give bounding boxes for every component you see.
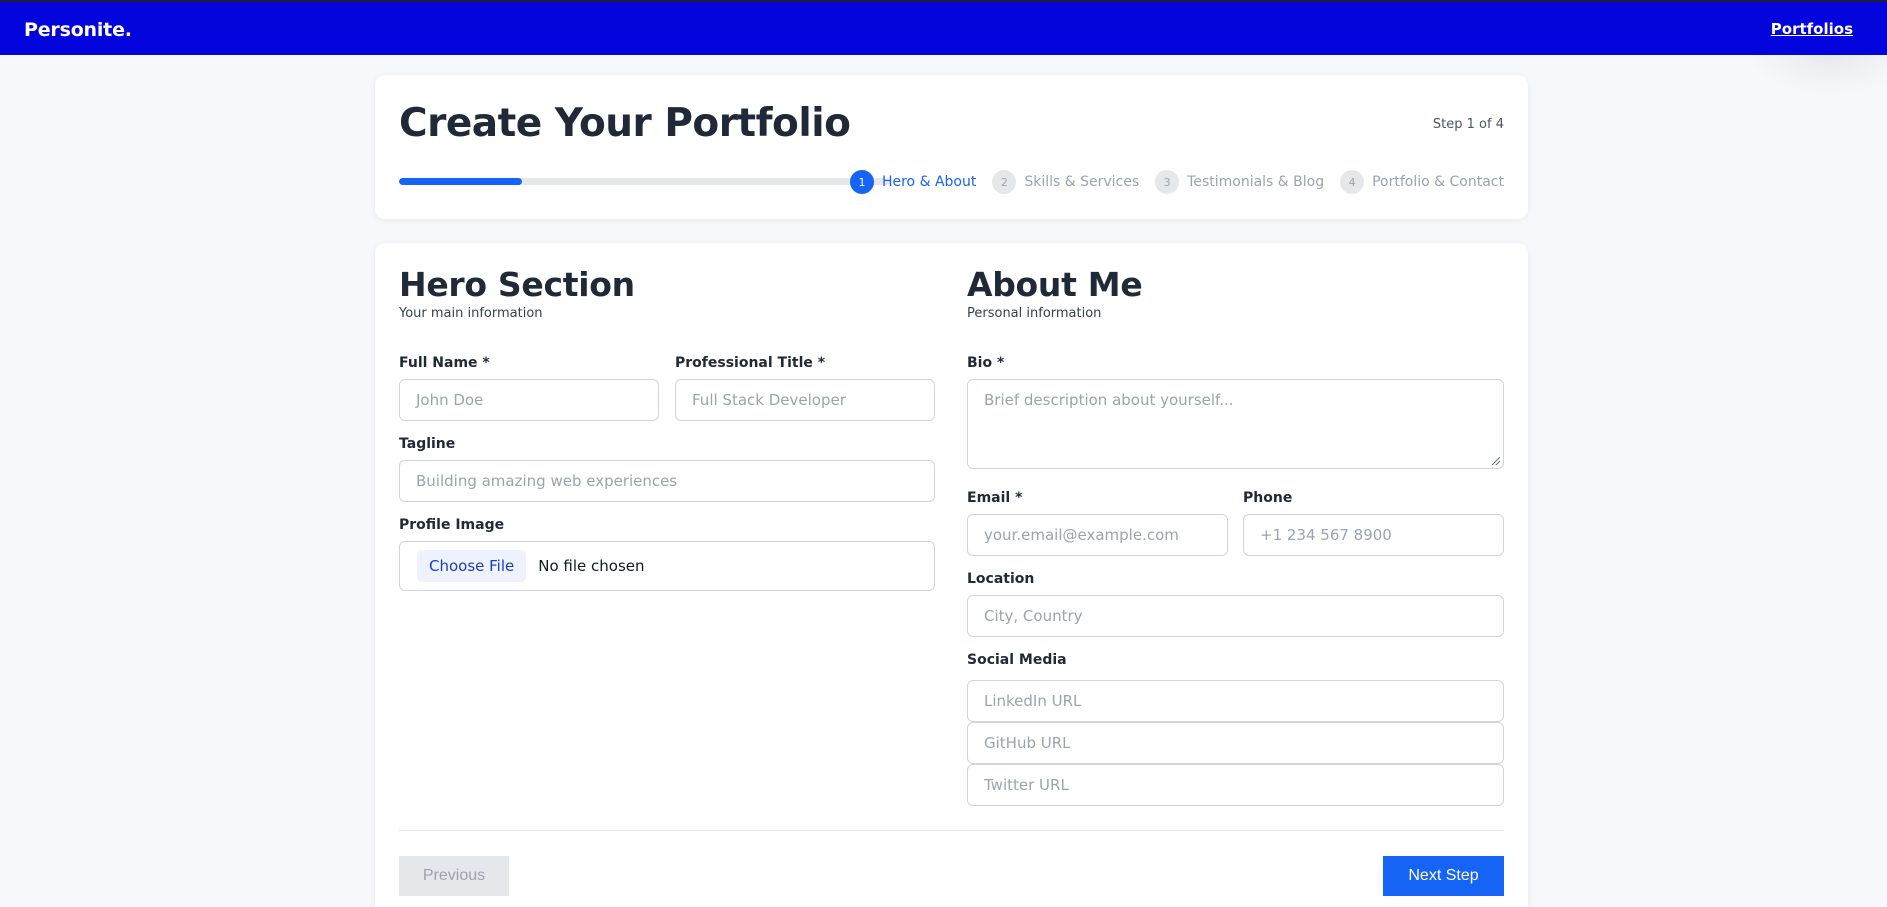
full-name-input[interactable]: John Doe (399, 379, 659, 421)
email-input[interactable]: your.email@example.com (967, 514, 1228, 556)
top-navbar: Personite. Portfolios (0, 0, 1887, 55)
next-step-button[interactable]: Next Step (1383, 856, 1504, 896)
step-label: Hero & About (881, 174, 977, 190)
step-indicator: Step 1 of 4 (1432, 117, 1504, 132)
step-list: 1 Hero & About 2 Skills & Services 3 Tes… (849, 170, 1504, 194)
twitter-url-input[interactable]: Twitter URL (967, 764, 1504, 806)
footer-divider (399, 830, 1504, 831)
choose-file-button[interactable]: Choose File (417, 550, 527, 582)
social-media-label: Social Media (967, 652, 1067, 668)
bio-label: Bio * (967, 355, 1005, 371)
step-label: Skills & Services (1024, 174, 1140, 190)
wizard-header-card: Create Your Portfolio Step 1 of 4 1 Hero… (375, 75, 1528, 219)
linkedin-url-input[interactable]: LinkedIn URL (967, 680, 1504, 722)
about-section-subtitle: Personal information (967, 306, 1102, 321)
location-label: Location (967, 571, 1035, 587)
progress-fill (399, 178, 522, 185)
progress-bar (399, 178, 890, 185)
step-testimonials-blog[interactable]: 3 Testimonials & Blog (1155, 170, 1324, 194)
tagline-label: Tagline (399, 436, 456, 452)
hero-section-title: Hero Section (399, 265, 635, 304)
step-number: 1 (849, 170, 874, 194)
brand-logo[interactable]: Personite. (24, 19, 132, 41)
profile-image-label: Profile Image (399, 517, 505, 533)
file-status: No file chosen (538, 557, 645, 575)
about-section: About Me Personal information (967, 265, 1504, 321)
professional-title-input[interactable]: Full Stack Developer (675, 379, 935, 421)
nav-link-portfolios[interactable]: Portfolios (1771, 20, 1853, 38)
about-section-title: About Me (967, 265, 1143, 304)
phone-label: Phone (1243, 490, 1293, 506)
github-url-input[interactable]: GitHub URL (967, 722, 1504, 764)
bio-textarea[interactable]: Brief description about yourself... (967, 379, 1504, 469)
bio-placeholder: Brief description about yourself... (984, 391, 1234, 409)
hero-section-subtitle: Your main information (399, 306, 543, 321)
email-label: Email * (967, 490, 1023, 506)
nav-shadow (1747, 55, 1887, 95)
step-number: 2 (992, 170, 1017, 194)
step-label: Portfolio & Contact (1372, 174, 1504, 190)
step-hero-about[interactable]: 1 Hero & About (849, 170, 977, 194)
resize-handle-icon[interactable] (1492, 457, 1500, 465)
step-number: 4 (1340, 170, 1365, 194)
step-skills-services[interactable]: 2 Skills & Services (992, 170, 1139, 194)
step-number: 3 (1155, 170, 1180, 194)
tagline-input[interactable]: Building amazing web experiences (399, 460, 935, 502)
professional-title-label: Professional Title * (675, 355, 826, 371)
step-portfolio-contact[interactable]: 4 Portfolio & Contact (1340, 170, 1504, 194)
page-title: Create Your Portfolio (399, 101, 851, 146)
phone-input[interactable]: +1 234 567 8900 (1243, 514, 1504, 556)
profile-image-file-input[interactable]: Choose File No file chosen (399, 541, 935, 591)
step-label: Testimonials & Blog (1187, 174, 1325, 190)
hero-section: Hero Section Your main information (399, 265, 935, 321)
full-name-label: Full Name * (399, 355, 490, 371)
previous-button[interactable]: Previous (399, 856, 509, 896)
wizard-form-card: Hero Section Your main information Full … (375, 243, 1528, 907)
location-input[interactable]: City, Country (967, 595, 1504, 637)
